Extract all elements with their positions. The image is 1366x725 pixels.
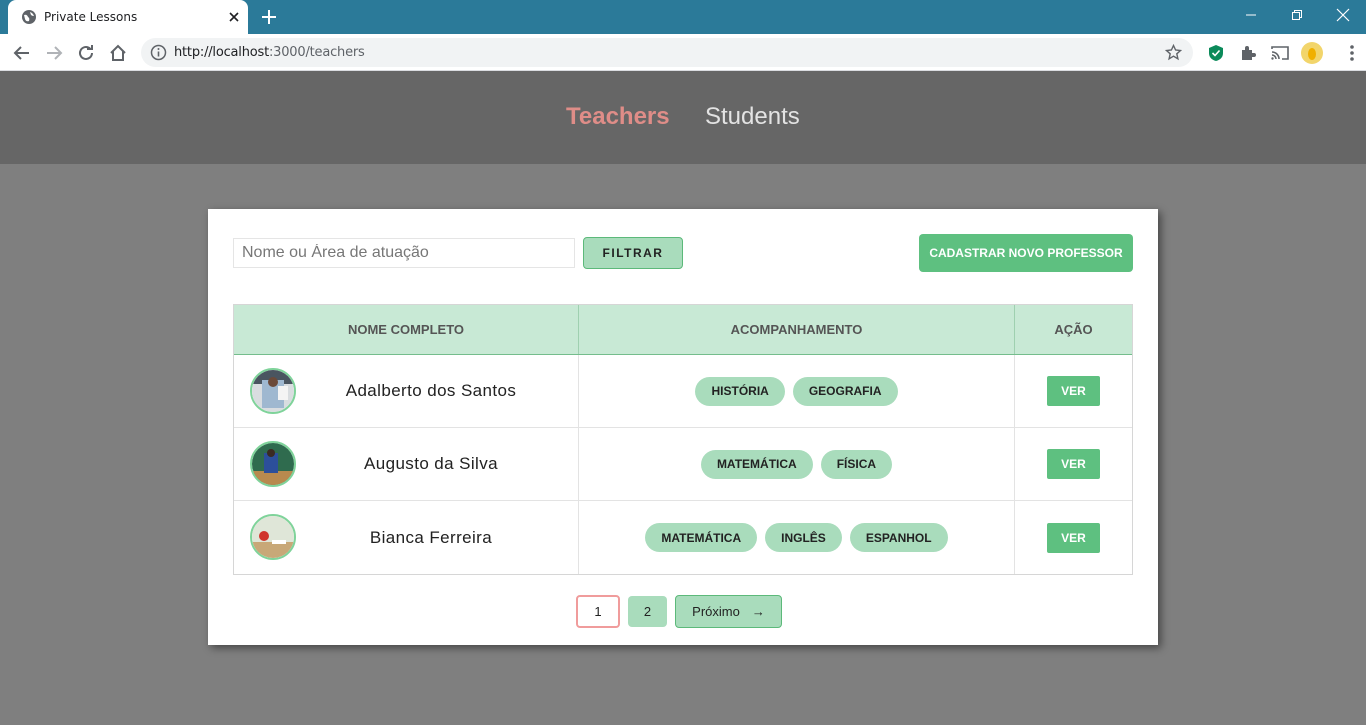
browser-tab[interactable]: Private Lessons (8, 0, 248, 34)
nav-teachers-link[interactable]: Teachers (566, 103, 670, 131)
star-icon[interactable] (1165, 44, 1182, 61)
maximize-icon[interactable] (1274, 0, 1320, 30)
forward-icon[interactable] (43, 42, 65, 64)
cast-icon[interactable] (1270, 43, 1290, 63)
url-path: :3000/teachers (268, 45, 365, 60)
page-1-button[interactable]: 1 (576, 595, 620, 628)
teacher-avatar (250, 514, 296, 560)
puzzle-icon[interactable] (1238, 43, 1258, 63)
next-page-button[interactable]: Próximo → (675, 595, 782, 628)
teacher-name: Augusto da Silva (364, 454, 498, 473)
close-icon[interactable] (226, 9, 242, 25)
globe-icon (22, 10, 36, 24)
view-button[interactable]: VER (1047, 449, 1100, 479)
header-action: AÇÃO (1054, 322, 1093, 337)
subjects-cell: HISTÓRIA GEOGRAFIA (579, 355, 1015, 427)
subjects-cell: MATEMÁTICA INGLÊS ESPANHOL (579, 501, 1015, 574)
teacher-avatar (250, 441, 296, 487)
url-host: http://localhost (174, 45, 269, 60)
plus-icon[interactable] (259, 7, 279, 27)
shield-icon[interactable] (1206, 43, 1226, 63)
close-window-icon[interactable] (1320, 0, 1366, 30)
teachers-table: NOME COMPLETO ACOMPANHAMENTO AÇÃO Adalbe… (233, 304, 1133, 575)
reload-icon[interactable] (75, 42, 97, 64)
teacher-name: Adalberto dos Santos (345, 381, 517, 400)
pagination: 1 2 Próximo → (576, 595, 782, 629)
filter-button[interactable]: FILTRAR (583, 237, 683, 269)
view-button[interactable]: VER (1047, 522, 1100, 553)
view-button[interactable]: VER (1047, 376, 1100, 406)
address-bar[interactable]: http://localhost:3000/teachers (141, 38, 1193, 67)
table-row: Bianca Ferreira MATEMÁTICA INGLÊS ESPANH… (234, 501, 1132, 574)
subject-pill: GEOGRAFIA (792, 376, 898, 406)
profile-icon[interactable] (1301, 42, 1323, 64)
page-2-button[interactable]: 2 (628, 596, 667, 627)
nav-students-link[interactable]: Students (705, 103, 800, 131)
table-header: NOME COMPLETO ACOMPANHAMENTO AÇÃO (234, 305, 1132, 355)
tab-title: Private Lessons (44, 10, 138, 24)
header-name: NOME COMPLETO (234, 305, 579, 354)
name-cell: Augusto da Silva (234, 428, 579, 500)
action-cell: VER (1015, 355, 1132, 427)
name-cell: Adalberto dos Santos (234, 355, 579, 427)
subjects-cell: MATEMÁTICA FÍSICA (579, 428, 1015, 500)
home-icon[interactable] (107, 42, 129, 64)
minimize-icon[interactable] (1228, 0, 1274, 30)
subject-pill: MATEMÁTICA (700, 449, 813, 479)
teacher-name: Bianca Ferreira (369, 527, 493, 547)
url-text[interactable]: http://localhost:3000/teachers (174, 45, 365, 60)
teacher-avatar (250, 368, 296, 414)
subject-pill: FÍSICA (820, 449, 893, 479)
action-cell: VER (1015, 501, 1132, 574)
new-teacher-button[interactable]: CADASTRAR NOVO PROFESSOR (919, 234, 1133, 272)
info-icon[interactable] (150, 44, 167, 61)
teachers-card: FILTRAR CADASTRAR NOVO PROFESSOR NOME CO… (208, 209, 1158, 645)
browser-tab-bar: Private Lessons (0, 0, 1366, 34)
action-cell: VER (1015, 428, 1132, 500)
arrow-right-icon: → (751, 604, 765, 619)
next-label: Próximo (692, 604, 740, 619)
subject-pill: MATEMÁTICA (645, 523, 758, 552)
app-header: Teachers Students (0, 71, 1366, 164)
table-row: Adalberto dos Santos HISTÓRIA GEOGRAFIA … (234, 355, 1132, 428)
subject-pill: ESPANHOL (849, 523, 948, 552)
subject-pill: INGLÊS (765, 523, 842, 552)
kebab-icon[interactable] (1342, 43, 1362, 63)
subject-pill: HISTÓRIA (695, 376, 785, 406)
table-row: Augusto da Silva MATEMÁTICA FÍSICA VER (234, 428, 1132, 501)
browser-toolbar: http://localhost:3000/teachers (0, 34, 1366, 71)
header-subjects: ACOMPANHAMENTO (579, 305, 1015, 354)
back-icon[interactable] (11, 42, 33, 64)
name-cell: Bianca Ferreira (234, 501, 579, 574)
search-input[interactable] (233, 238, 575, 268)
